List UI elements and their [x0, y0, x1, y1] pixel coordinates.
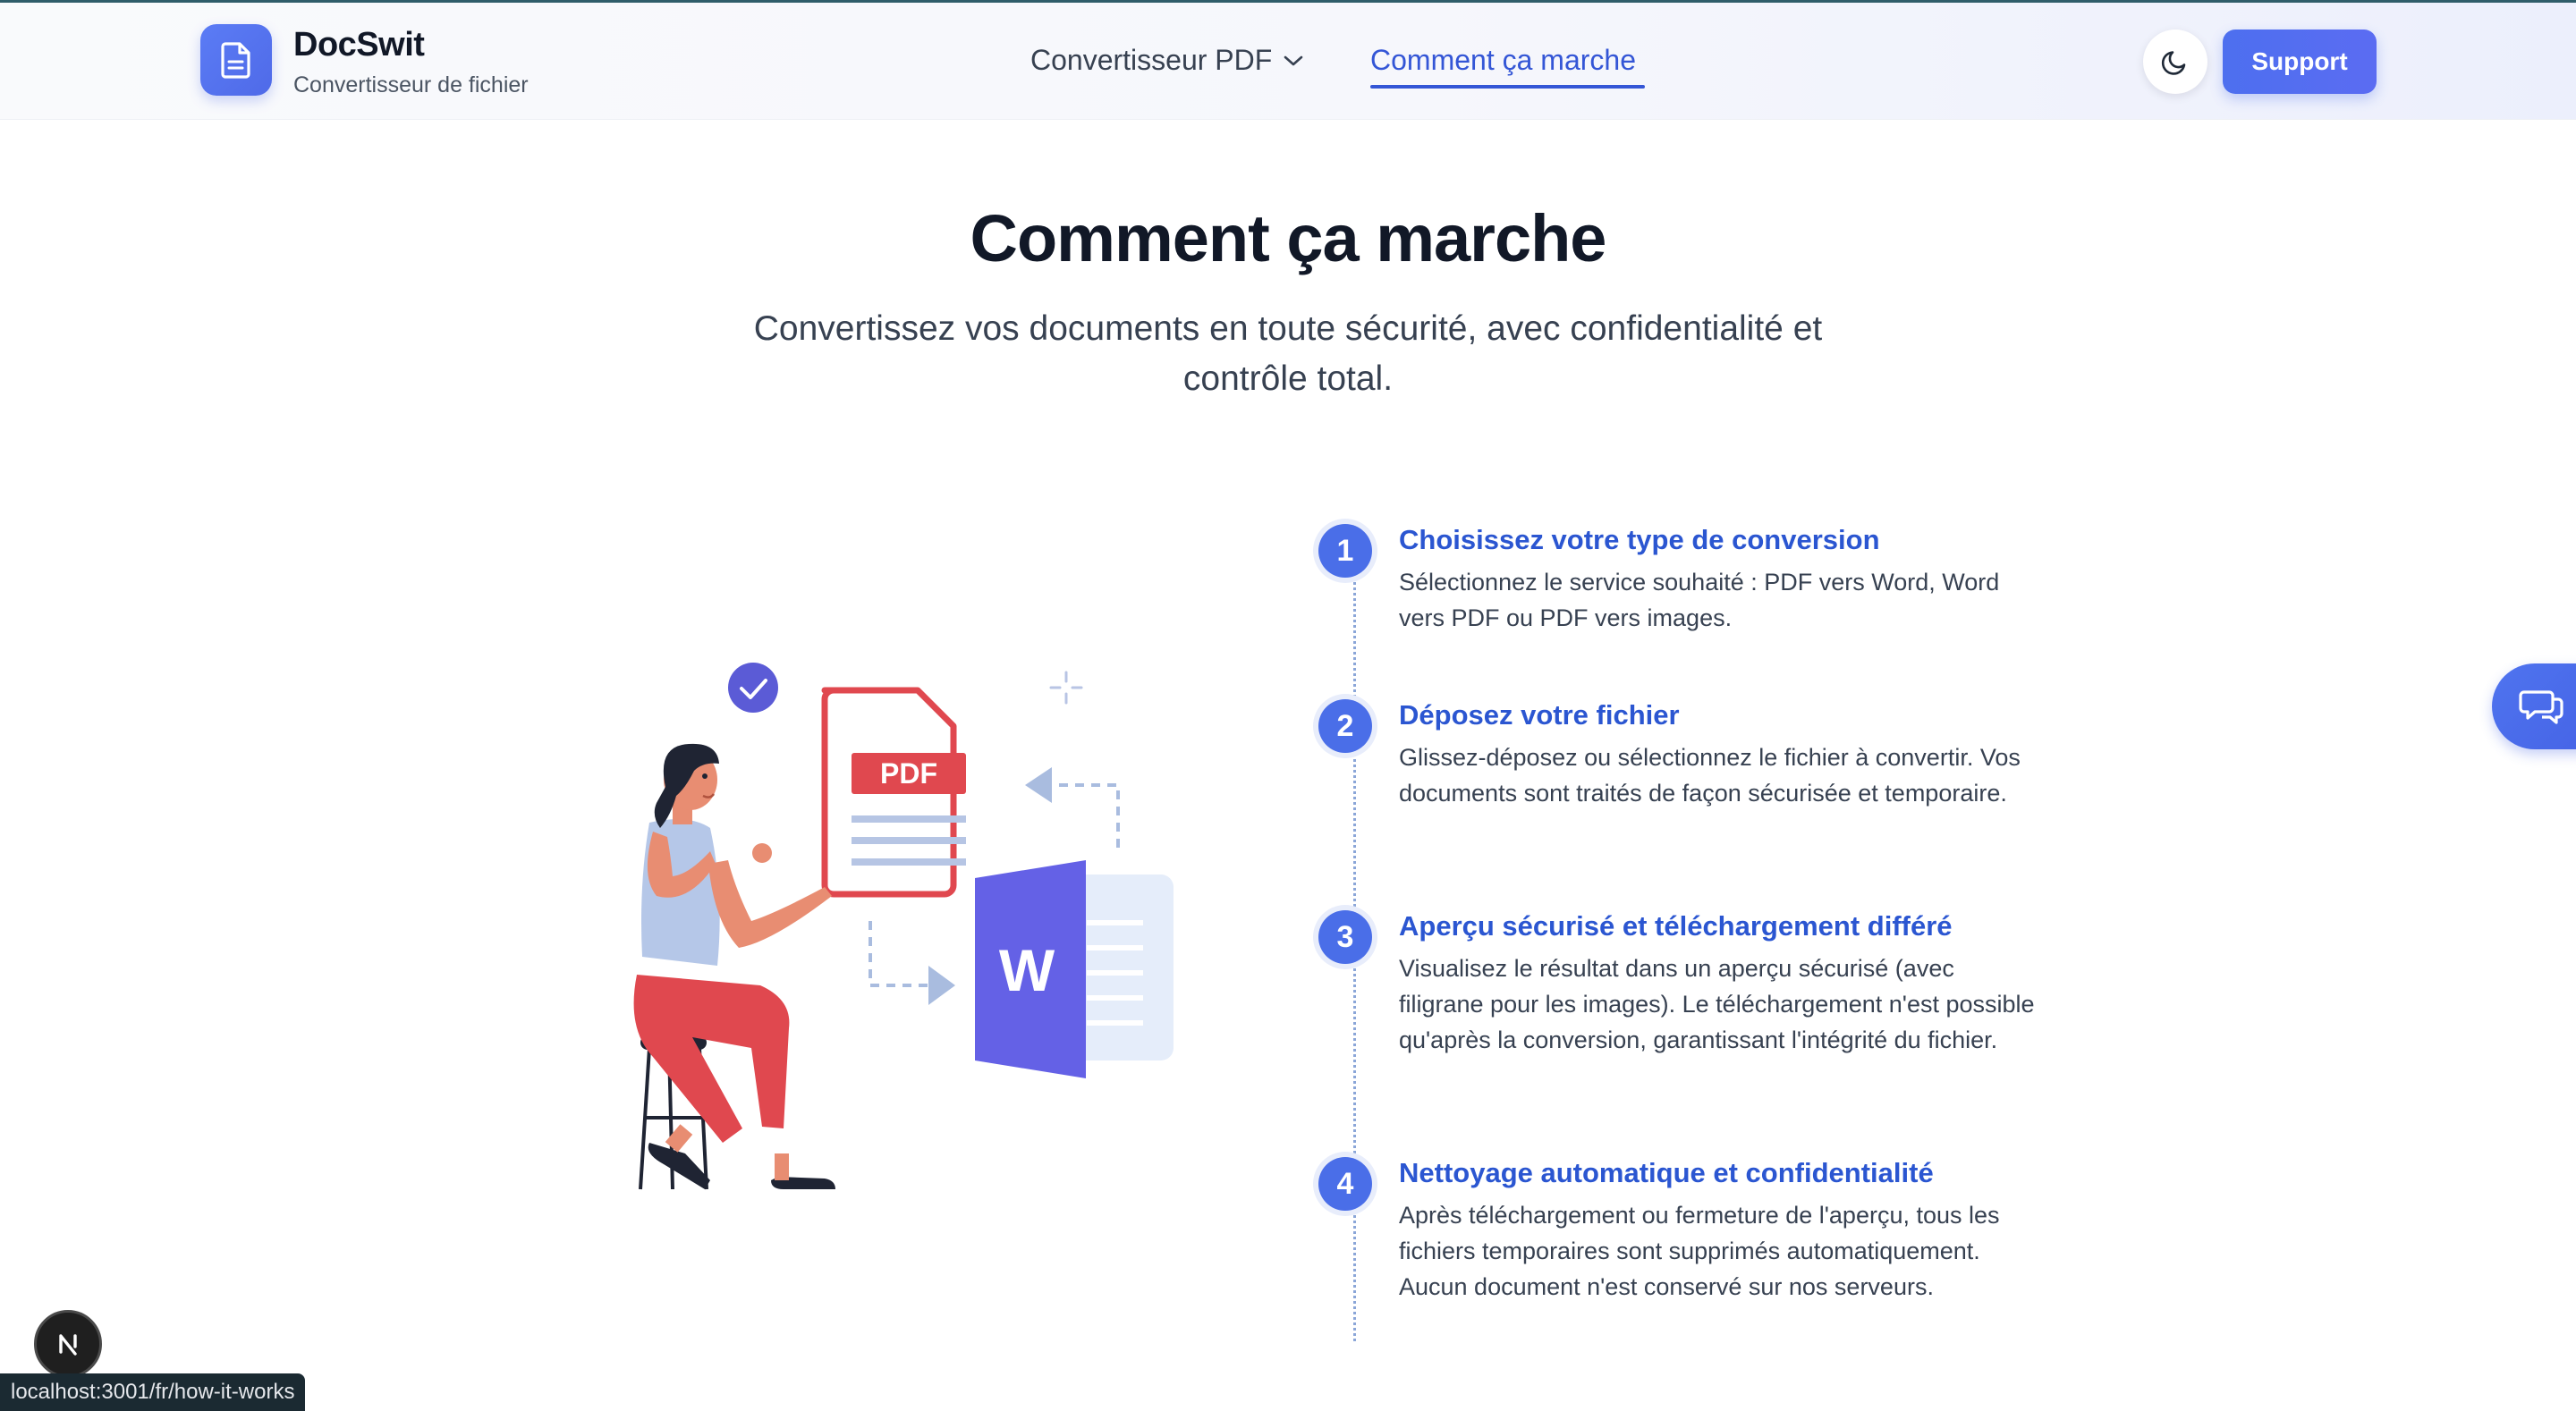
sparkle-icon — [1049, 671, 1083, 705]
nextjs-dev-badge[interactable] — [34, 1310, 102, 1378]
step-title: Déposez votre fichier — [1399, 699, 1680, 731]
step-number-badge: 2 — [1318, 699, 1372, 753]
chat-widget-button[interactable] — [2492, 663, 2576, 749]
step-number-badge: 1 — [1318, 524, 1372, 578]
nextjs-logo-icon — [59, 1334, 77, 1356]
step-title: Nettoyage automatique et confidentialité — [1399, 1157, 1934, 1188]
active-nav-indicator — [1370, 85, 1645, 89]
moon-icon — [2161, 51, 2186, 75]
nav-pdf-converter-label: Convertisseur PDF — [1030, 44, 1273, 76]
page-subtitle: Convertissez vos documents en toute sécu… — [753, 309, 1823, 398]
browser-status-url: localhost:3001/fr/how-it-works — [0, 1373, 306, 1411]
pdf-document-icon: PDF — [821, 687, 966, 898]
conversion-illustration: PDF W — [617, 653, 1199, 1207]
support-button[interactable]: Support — [2223, 30, 2377, 94]
check-badge-icon — [728, 663, 778, 713]
word-label: W — [999, 937, 1055, 1003]
chevron-down-icon — [1284, 55, 1303, 65]
step-title: Aperçu sécurisé et téléchargement différ… — [1399, 910, 1953, 942]
nav-how-it-works[interactable]: Comment ça marche — [1370, 44, 1636, 77]
page-title: Comment ça marche — [970, 201, 1607, 275]
person-converting-pdf-illustration: PDF W — [633, 663, 1174, 1190]
brand-subtitle: Convertisseur de fichier — [293, 72, 529, 97]
top-navbar: DocSwit Convertisseur de fichier Convert… — [0, 0, 2576, 120]
chat-bubbles-icon — [2519, 690, 2563, 724]
step-description: Visualisez le résultat dans un aperçu sé… — [1399, 955, 2035, 1053]
brand-name[interactable]: DocSwit — [293, 26, 425, 64]
document-icon — [221, 42, 250, 79]
word-document-icon: W — [975, 860, 1174, 1078]
step-description: Après téléchargement ou fermeture de l'a… — [1399, 1202, 2000, 1300]
step-description: Glissez-déposez ou sélectionnez le fichi… — [1399, 744, 2021, 807]
person-figure — [633, 743, 835, 1189]
nav-pdf-converter-dropdown[interactable]: Convertisseur PDF — [1030, 44, 1304, 77]
step-title: Choisissez votre type de conversion — [1399, 524, 1880, 555]
step-description: Sélectionnez le service souhaité : PDF v… — [1399, 569, 2000, 631]
step-number-badge: 4 — [1318, 1157, 1372, 1211]
logo-icon[interactable] — [200, 24, 272, 96]
step-number-badge: 3 — [1318, 910, 1372, 964]
pdf-label: PDF — [880, 757, 937, 790]
theme-toggle-button[interactable] — [2143, 30, 2207, 94]
